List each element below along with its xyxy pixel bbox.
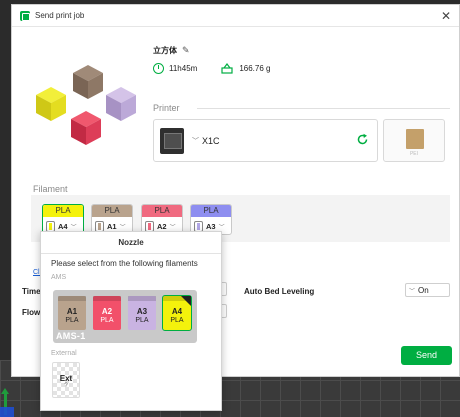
tray-type: PLA bbox=[135, 317, 149, 324]
bed-leveling-value: On bbox=[418, 285, 429, 295]
weight-icon bbox=[221, 63, 233, 74]
popup-title: Nozzle bbox=[41, 232, 221, 254]
ams-tray-a4[interactable]: A4 PLA bbox=[162, 295, 192, 331]
model-thumbnail bbox=[36, 65, 136, 145]
tray-type: PLA bbox=[100, 317, 114, 324]
tray-type: PLA bbox=[65, 317, 79, 324]
external-label: Ext bbox=[59, 374, 73, 383]
popup-hint: Please select from the following filamen… bbox=[51, 259, 198, 268]
slot-id: A2 bbox=[157, 221, 167, 231]
filament-type: PLA bbox=[43, 205, 83, 217]
chevron-down-icon: ﹀ bbox=[409, 288, 416, 295]
clock-icon bbox=[153, 63, 164, 74]
printer-name: X1C bbox=[202, 135, 220, 146]
send-button[interactable]: Send bbox=[401, 346, 452, 365]
tray-top bbox=[128, 296, 156, 301]
selected-check-icon bbox=[181, 296, 191, 306]
filament-type: PLA bbox=[191, 205, 231, 217]
external-sub: ? bbox=[64, 383, 68, 389]
edit-name-icon[interactable]: ✎ bbox=[182, 45, 190, 56]
tray-top bbox=[93, 296, 121, 301]
spool-icon bbox=[194, 220, 203, 232]
slot-id: A4 bbox=[58, 221, 68, 231]
model-stats: 11h45m 166.76 g bbox=[153, 63, 270, 74]
ams-section-label: AMS bbox=[51, 274, 67, 281]
chevron-down-icon: ﹀ bbox=[70, 224, 77, 231]
filament-section-label: Filament bbox=[33, 184, 68, 194]
cube-purple bbox=[106, 87, 136, 121]
filament-type: PLA bbox=[92, 205, 132, 217]
plate-selector[interactable]: PEI bbox=[383, 119, 445, 162]
refresh-icon[interactable] bbox=[356, 133, 369, 146]
chevron-down-icon: ﹀ bbox=[169, 224, 176, 231]
spool-icon bbox=[95, 220, 104, 232]
printer-selector[interactable]: ﹀ X1C bbox=[153, 119, 378, 162]
model-name: 立方体 ✎ bbox=[153, 45, 190, 56]
tray-top bbox=[58, 296, 86, 301]
external-section-label: External bbox=[51, 350, 77, 357]
model-name-text: 立方体 bbox=[153, 46, 177, 55]
ams-tray-a2[interactable]: A2 PLA bbox=[93, 296, 121, 330]
cube-red bbox=[71, 111, 101, 145]
pei-plate-icon bbox=[406, 129, 424, 149]
bed-leveling-label: Auto Bed Leveling bbox=[244, 287, 315, 296]
title-bar: Send print job bbox=[12, 5, 459, 27]
spool-icon bbox=[46, 220, 55, 232]
tray-id: A1 bbox=[66, 307, 78, 316]
slot-id: A1 bbox=[107, 221, 117, 231]
plate-label: PEI bbox=[409, 151, 419, 157]
tray-id: A2 bbox=[101, 307, 113, 316]
cube-yellow bbox=[36, 87, 66, 121]
tray-type: PLA bbox=[170, 317, 184, 324]
printer-icon bbox=[160, 127, 184, 154]
chevron-down-icon: ﹀ bbox=[119, 224, 126, 231]
slot-id: A3 bbox=[206, 221, 216, 231]
chevron-down-icon: ﹀ bbox=[192, 137, 199, 145]
chevron-down-icon: ﹀ bbox=[218, 224, 225, 231]
ams-tray-a1[interactable]: A1 PLA bbox=[58, 296, 86, 330]
window-title: Send print job bbox=[35, 11, 85, 20]
flow-calibration-label: Flow bbox=[22, 308, 41, 317]
nozzle-filament-popup: Nozzle Please select from the following … bbox=[40, 231, 222, 411]
tray-id: A3 bbox=[136, 307, 148, 316]
spool-icon bbox=[145, 220, 154, 232]
printer-section-label: Printer bbox=[153, 103, 180, 113]
printer-dropdown[interactable]: ﹀ X1C bbox=[192, 136, 220, 146]
ams-unit: A1 PLA A2 PLA A3 PLA A4 PLA AMS-1 bbox=[53, 290, 197, 343]
ams-name: AMS-1 bbox=[56, 331, 86, 341]
bed-leveling-select[interactable]: ﹀ On bbox=[405, 283, 450, 297]
external-spool-tray[interactable]: Ext ? bbox=[52, 362, 80, 398]
cube-brown bbox=[73, 65, 103, 99]
print-time: 11h45m bbox=[169, 64, 198, 73]
app-icon bbox=[20, 10, 30, 21]
filament-type: PLA bbox=[142, 205, 182, 217]
close-button[interactable]: ✕ bbox=[439, 9, 453, 23]
filament-weight: 166.76 g bbox=[239, 64, 271, 73]
ams-tray-a3[interactable]: A3 PLA bbox=[128, 296, 156, 330]
x-axis-marker bbox=[0, 407, 14, 417]
tray-id: A4 bbox=[171, 307, 183, 316]
printer-divider bbox=[197, 108, 450, 109]
